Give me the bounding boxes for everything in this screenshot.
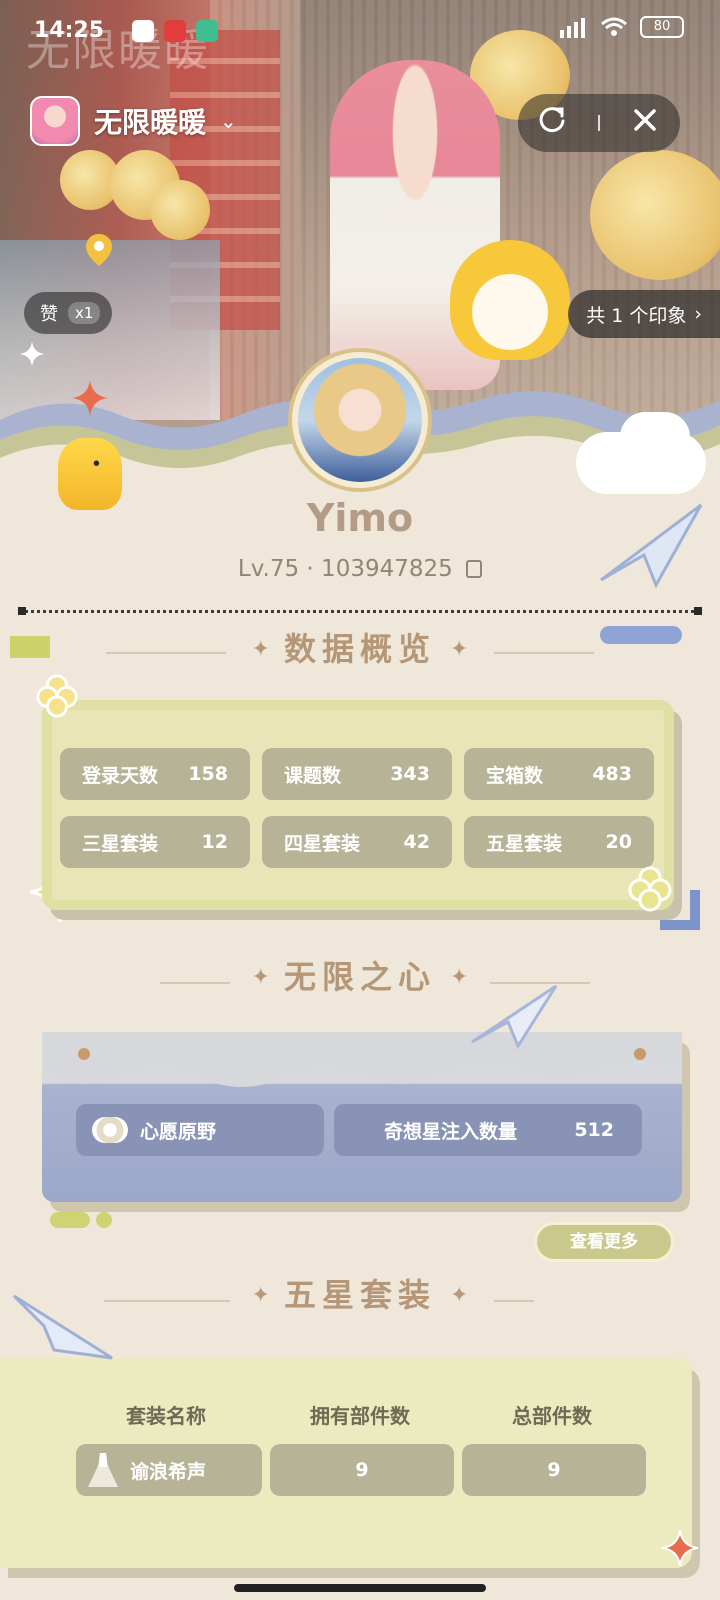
notification-icon — [132, 20, 154, 42]
impressions-button[interactable]: 共 1 个印象 › — [568, 290, 720, 338]
profile-avatar[interactable] — [288, 348, 432, 492]
heart-row: 心愿原野 奇想星注入数量 512 — [76, 1104, 642, 1156]
stats-grid: 登录天数 158 课题数 343 宝箱数 483 三星套装 12 四星套装 42 五星套装… — [60, 748, 660, 868]
share-icon — [539, 107, 565, 133]
clover-icon — [628, 866, 672, 912]
diamond-icon: ✦ — [450, 637, 469, 662]
stat-value: 42 — [403, 831, 430, 853]
decor-cloud — [620, 412, 690, 462]
view-more-button[interactable]: 查看更多 — [534, 1222, 674, 1262]
diamond-icon: ✦ — [450, 1283, 469, 1308]
diamond-icon: ✦ — [450, 965, 469, 990]
close-button[interactable] — [620, 106, 670, 141]
battery-icon: 80 — [640, 16, 684, 38]
stat-value: 343 — [390, 763, 430, 785]
chevron-down-icon: ⌄ — [220, 109, 237, 133]
hero-cat — [450, 240, 570, 360]
capsule-divider — [598, 115, 600, 131]
diamond-icon: ✦ — [251, 965, 270, 990]
column-header: 总部件数 — [512, 1404, 592, 1428]
status-bar: 无限暖暖 14:25 80 — [0, 0, 720, 76]
dress-icon — [88, 1453, 118, 1487]
paper-plane-icon — [12, 1294, 113, 1360]
paper-plane-icon — [471, 984, 558, 1050]
decor-pill — [50, 1212, 90, 1228]
diamond-icon: ✦ — [251, 1283, 270, 1308]
app-name: 无限暖暖 — [94, 106, 207, 139]
close-icon — [634, 108, 656, 131]
section-title-overview: ✦ 数据概览 ✦ — [0, 624, 720, 670]
stat-chests: 宝箱数 483 — [464, 748, 654, 800]
wish-field-item: 心愿原野 — [76, 1104, 324, 1156]
stat-five-star: 五星套装 20 — [464, 816, 654, 868]
table-row[interactable]: 谕浪希声 9 9 — [76, 1444, 646, 1496]
stat-login-days: 登录天数 158 — [60, 748, 250, 800]
status-app-icons — [132, 20, 218, 42]
notification-icon — [196, 20, 218, 42]
total-parts-cell: 9 — [462, 1444, 646, 1496]
star-injection-item: 奇想星注入数量 512 — [334, 1104, 642, 1156]
owned-parts-cell: 9 — [270, 1444, 454, 1496]
chevron-right-icon: › — [694, 303, 702, 325]
stat-label: 五星套装 — [486, 832, 563, 855]
copy-icon[interactable] — [466, 560, 483, 578]
level-id-text: Lv.75 · 103947825 — [237, 556, 453, 582]
share-button[interactable] — [528, 104, 578, 142]
star-injection-value: 512 — [574, 1119, 614, 1141]
hero-creature — [590, 150, 720, 280]
wifi-icon — [601, 17, 627, 36]
section-title-text: 五星套装 — [283, 1276, 436, 1314]
avatar-image — [298, 358, 422, 482]
stat-value: 20 — [605, 831, 632, 853]
stat-value: 483 — [592, 763, 632, 785]
stat-value: 158 — [188, 763, 228, 785]
section-title-text: 数据概览 — [283, 630, 436, 668]
status-time: 14:25 — [34, 18, 105, 43]
home-indicator[interactable] — [234, 1584, 486, 1592]
impressions-label: 共 1 个印象 — [586, 304, 687, 327]
app-switcher[interactable]: 无限暖暖 ⌄ — [30, 96, 237, 146]
stat-three-star: 三星套装 12 — [60, 816, 250, 868]
stat-label: 登录天数 — [82, 764, 159, 787]
clover-icon — [36, 674, 78, 718]
status-indicators: 80 — [558, 16, 684, 38]
heart-icon — [92, 1117, 128, 1143]
decor-dot — [96, 1212, 112, 1228]
like-label: 赞 — [40, 304, 58, 325]
heart-card-wave — [42, 1032, 682, 1087]
sparkle-icon — [72, 380, 108, 416]
diamond-icon: ✦ — [251, 637, 270, 662]
like-count: x1 — [68, 302, 101, 324]
section-title-heart: ✦ 无限之心 ✦ — [0, 952, 720, 998]
signal-icon — [560, 18, 585, 38]
stat-value: 12 — [201, 831, 228, 853]
column-header: 拥有部件数 — [310, 1404, 410, 1428]
stat-label: 三星套装 — [82, 832, 159, 855]
mini-program-capsule — [518, 94, 680, 152]
app-avatar — [30, 96, 80, 146]
hero-creature — [150, 180, 210, 240]
outfit-name: 谕浪希声 — [130, 1460, 207, 1483]
stat-label: 宝箱数 — [486, 764, 544, 787]
stat-four-star: 四星套装 42 — [262, 816, 452, 868]
notification-icon — [164, 20, 186, 42]
star-injection-label: 奇想星注入数量 — [384, 1120, 518, 1143]
stat-quests: 课题数 343 — [262, 748, 452, 800]
stat-label: 四星套装 — [284, 832, 361, 855]
stat-label: 课题数 — [284, 764, 342, 787]
paper-plane-icon — [600, 503, 703, 589]
sparkle-icon — [19, 341, 45, 367]
outfit-name-cell: 谕浪希声 — [76, 1444, 262, 1496]
like-button[interactable]: 赞 x1 — [24, 292, 113, 334]
divider — [18, 607, 702, 615]
sparkle-icon — [661, 1529, 699, 1567]
column-header: 套装名称 — [126, 1404, 206, 1428]
wish-field-label: 心愿原野 — [140, 1120, 217, 1143]
section-title-text: 无限之心 — [283, 958, 436, 996]
location-pin-icon[interactable] — [84, 232, 114, 268]
